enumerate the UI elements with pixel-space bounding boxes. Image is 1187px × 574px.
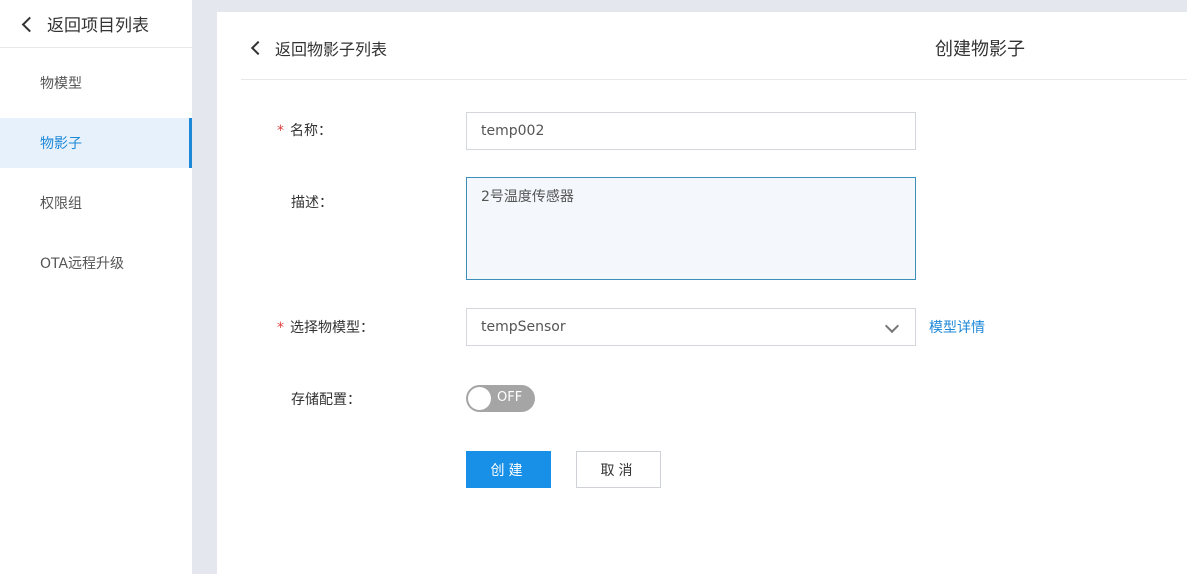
back-to-shadow-list-label: 返回物影子列表 — [275, 40, 388, 59]
sidebar-item-thing-model[interactable]: 物模型 — [0, 58, 192, 108]
description-textarea[interactable]: 2号温度传感器 — [466, 177, 916, 280]
chevron-left-icon — [250, 40, 266, 56]
model-select[interactable]: tempSensor — [466, 308, 916, 346]
sidebar-item-thing-shadow[interactable]: 物影子 — [0, 118, 192, 168]
description-label: 描述： — [291, 195, 333, 211]
required-mark: * — [277, 123, 284, 139]
create-button[interactable]: 创建 — [466, 451, 551, 488]
storage-label: 存储配置： — [291, 392, 361, 408]
model-select-value: tempSensor — [481, 319, 566, 335]
main-panel: 返回物影子列表 创建物影子 * 名称： temp002 描述： 2号温度传感器 *… — [217, 12, 1187, 574]
toggle-state-text: OFF — [497, 390, 523, 405]
sidebar-item-label: 物影子 — [40, 136, 82, 152]
required-mark: * — [277, 320, 284, 336]
name-label: * 名称： — [277, 120, 332, 140]
sidebar-item-permission-group[interactable]: 权限组 — [0, 178, 192, 228]
sidebar: 返回项目列表 物模型 物影子 权限组 OTA远程升级 — [0, 0, 192, 574]
model-detail-link[interactable]: 模型详情 — [929, 317, 985, 337]
name-input[interactable]: temp002 — [466, 112, 916, 150]
storage-toggle[interactable]: OFF — [466, 385, 535, 412]
back-to-projects-link[interactable]: 返回项目列表 — [0, 0, 192, 48]
model-label-text: 选择物模型： — [290, 320, 374, 336]
toggle-knob — [468, 387, 491, 410]
sidebar-item-label: 物模型 — [40, 76, 82, 92]
chevron-down-icon — [884, 318, 900, 334]
page-title: 创建物影子 — [935, 39, 1025, 60]
name-label-text: 名称： — [290, 123, 332, 139]
cancel-button[interactable]: 取消 — [576, 451, 661, 488]
sidebar-item-ota-upgrade[interactable]: OTA远程升级 — [0, 238, 192, 288]
sidebar-item-label: 权限组 — [40, 196, 82, 212]
chevron-left-icon — [21, 16, 38, 32]
model-label: * 选择物模型： — [277, 317, 374, 337]
back-to-shadow-list-link[interactable]: 返回物影子列表 — [250, 36, 388, 60]
back-to-projects-label: 返回项目列表 — [47, 16, 149, 36]
sidebar-item-label: OTA远程升级 — [40, 256, 125, 272]
